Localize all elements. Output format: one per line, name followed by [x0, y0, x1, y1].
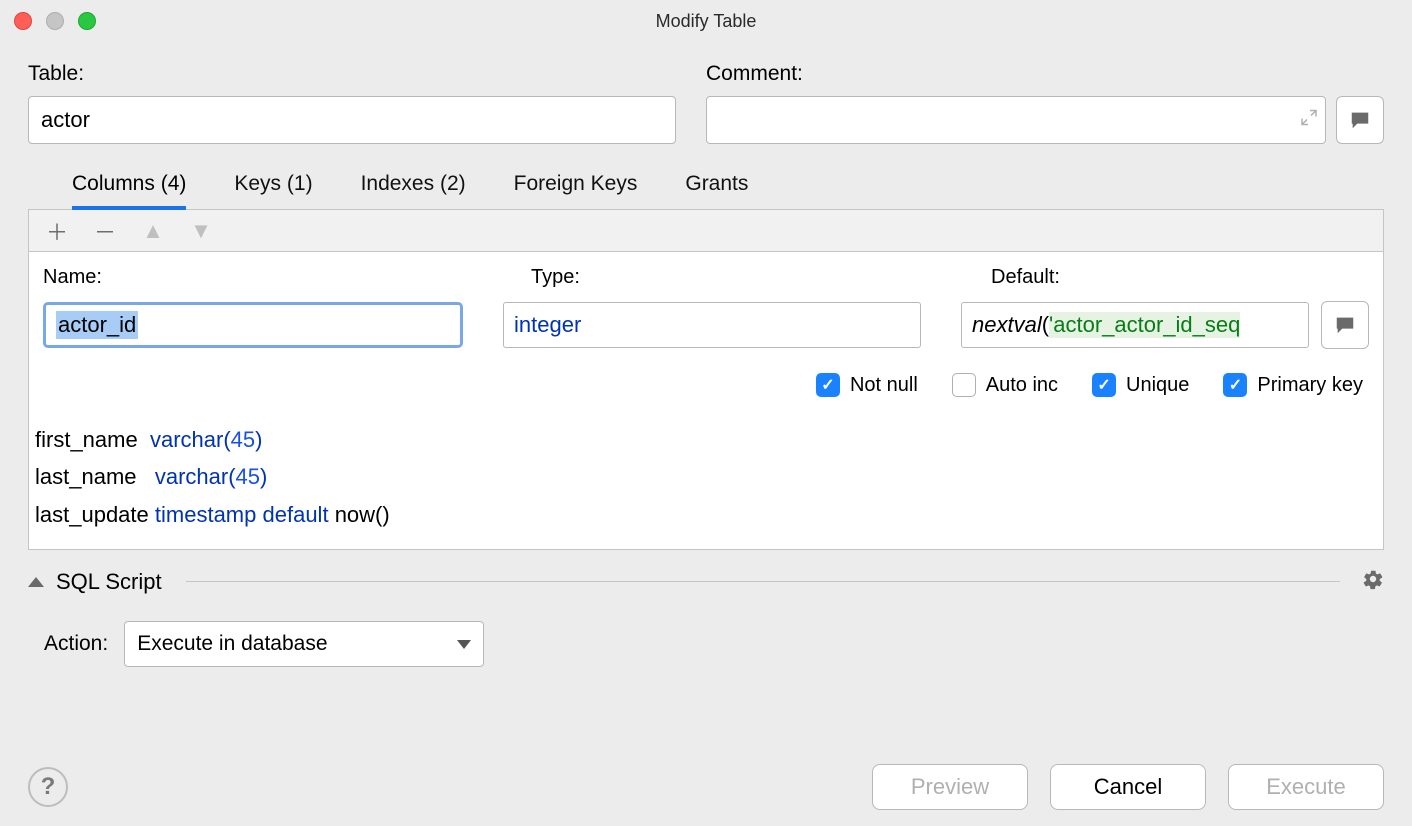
tab-indexes[interactable]: Indexes (2) [361, 172, 466, 210]
primarykey-checkbox[interactable]: Primary key [1223, 373, 1363, 397]
list-item[interactable]: last_update timestamp default now() [35, 496, 1377, 533]
notnull-checkbox[interactable]: Not null [816, 373, 918, 397]
checkbox-checked-icon [1223, 373, 1247, 397]
list-item[interactable]: last_name varchar(45) [35, 458, 1377, 495]
collapse-toggle-icon[interactable] [28, 577, 44, 587]
table-label: Table: [28, 62, 676, 86]
titlebar: Modify Table [0, 0, 1412, 42]
column-type-value: integer [514, 312, 581, 338]
unique-checkbox[interactable]: Unique [1092, 373, 1189, 397]
speech-bubble-icon [1349, 109, 1371, 131]
action-selected-value: Execute in database [137, 632, 327, 656]
default-str: 'actor_actor_id_seq [1049, 312, 1240, 338]
checkbox-checked-icon [1092, 373, 1116, 397]
tab-columns[interactable]: Columns (4) [72, 172, 186, 210]
action-select[interactable]: Execute in database [124, 621, 484, 667]
move-down-icon[interactable]: ▼ [189, 219, 213, 243]
comment-input[interactable] [706, 96, 1326, 144]
comment-label: Comment: [706, 62, 1384, 86]
columns-panel: ＋ － ▲ ▼ Name: Type: Default: actor_id in… [28, 209, 1384, 550]
execute-button[interactable]: Execute [1228, 764, 1384, 810]
column-comment-button[interactable] [1321, 301, 1369, 349]
list-item[interactable]: first_name varchar(45) [35, 421, 1377, 458]
tab-foreign-keys[interactable]: Foreign Keys [514, 172, 638, 210]
window-title: Modify Table [0, 11, 1412, 32]
column-default-header: Default: [991, 266, 1369, 289]
primarykey-label: Primary key [1257, 374, 1363, 397]
action-label: Action: [44, 632, 108, 656]
divider [186, 581, 1340, 582]
speech-bubble-icon [1334, 314, 1356, 336]
chevron-down-icon [457, 640, 471, 649]
help-button[interactable]: ? [28, 767, 68, 807]
unique-label: Unique [1126, 374, 1189, 397]
column-default-input[interactable]: nextval('actor_actor_id_seq [961, 302, 1309, 348]
comment-dialog-button[interactable] [1336, 96, 1384, 144]
column-name-input[interactable]: actor_id [43, 302, 463, 348]
default-paren: ( [1042, 312, 1049, 338]
notnull-label: Not null [850, 374, 918, 397]
settings-button[interactable] [1362, 568, 1384, 595]
column-name-value: actor_id [56, 311, 138, 339]
checkbox-unchecked-icon [952, 373, 976, 397]
remove-icon[interactable]: － [93, 219, 117, 243]
cancel-button[interactable]: Cancel [1050, 764, 1206, 810]
sql-script-label: SQL Script [56, 569, 162, 595]
default-fn: nextval [972, 312, 1042, 338]
move-up-icon[interactable]: ▲ [141, 219, 165, 243]
column-type-input[interactable]: integer [503, 302, 921, 348]
columns-list: first_name varchar(45) last_name varchar… [29, 415, 1383, 549]
tabs: Columns (4) Keys (1) Indexes (2) Foreign… [28, 172, 1384, 210]
column-type-header: Type: [531, 266, 951, 289]
column-name-header: Name: [43, 266, 491, 289]
tab-keys[interactable]: Keys (1) [234, 172, 312, 210]
preview-button[interactable]: Preview [872, 764, 1028, 810]
table-name-input[interactable] [28, 96, 676, 144]
add-icon[interactable]: ＋ [45, 219, 69, 243]
tab-grants[interactable]: Grants [685, 172, 748, 210]
checkbox-checked-icon [816, 373, 840, 397]
autoinc-checkbox[interactable]: Auto inc [952, 373, 1058, 397]
expand-icon[interactable] [1301, 110, 1317, 131]
autoinc-label: Auto inc [986, 374, 1058, 397]
panel-toolbar: ＋ － ▲ ▼ [29, 210, 1383, 252]
gear-icon [1362, 568, 1384, 590]
